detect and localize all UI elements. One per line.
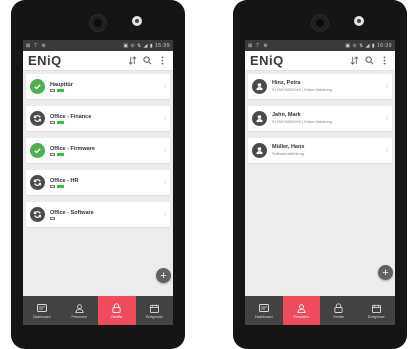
status-right: ▣ ⊙ ⇅ ◢ ▮ 15:39 — [123, 42, 170, 49]
device-name: Office - Software — [50, 209, 94, 216]
person-icon — [252, 79, 267, 94]
device-name: Haupttür — [50, 81, 73, 88]
person-details: 0145076530040 | Keine Abteilung — [272, 87, 332, 92]
app-bar: ENiQ — [23, 51, 173, 71]
list-item[interactable]: Haupttür › — [26, 74, 170, 99]
door-icon — [50, 184, 55, 188]
nav-dashboard[interactable]: Dashboard — [23, 296, 61, 325]
list-item[interactable]: Jahn, Mark 0145076504000 | Keine Abteilu… — [248, 106, 392, 131]
chevron-right-icon: › — [386, 115, 388, 122]
person-icon — [252, 111, 267, 126]
nav-label: Ereignisse — [145, 314, 163, 319]
device-name: Office - HR — [50, 177, 79, 184]
battery-icon — [57, 184, 64, 188]
person-details: Softwareabteilung — [272, 151, 305, 156]
person-icon — [75, 303, 84, 314]
check-icon — [30, 143, 45, 158]
chevron-right-icon: › — [164, 83, 166, 90]
app-logo: ENiQ — [250, 53, 284, 68]
front-camera-icon — [311, 14, 329, 32]
status-bar: ⊠ ⊤ ⚙ ▣ ⊙ ⇅ ◢ ▮ 15:39 — [23, 40, 173, 51]
chevron-right-icon: › — [386, 83, 388, 90]
sync-icon — [30, 175, 45, 190]
nav-label: Ereignisse — [367, 314, 385, 319]
add-person-button[interactable]: + — [378, 265, 393, 280]
devices-screen: ⊠ ⊤ ⚙ ▣ ⊙ ⇅ ◢ ▮ 15:39 ENiQ Haupttür › Of… — [23, 40, 173, 325]
nav-label: Geräte — [111, 314, 123, 319]
door-icon — [50, 216, 55, 220]
person-icon — [297, 303, 306, 314]
check-icon — [30, 79, 45, 94]
dashboard-icon — [258, 303, 269, 314]
chevron-right-icon: › — [164, 179, 166, 186]
nav-persons[interactable]: Personen — [61, 296, 99, 325]
list-item[interactable]: Office - Firmware › — [26, 138, 170, 163]
app-bar: ENiQ — [245, 51, 395, 71]
person-list: Hinz, Petra 0145076530040 | Keine Abteil… — [245, 71, 395, 163]
phone-devices: ⊠ ⊤ ⚙ ▣ ⊙ ⇅ ◢ ▮ 15:39 ENiQ Haupttür › Of… — [11, 0, 185, 349]
phone-persons: ⊠ ⊤ ⚙ ▣ ⊙ ⇅ ◢ ▮ 16:39 ENiQ Hinz, Petra 0… — [233, 0, 407, 349]
add-device-button[interactable]: + — [156, 268, 171, 283]
dashboard-icon — [36, 303, 47, 314]
more-menu-icon[interactable] — [156, 55, 168, 67]
person-name: Hinz, Petra — [272, 80, 301, 86]
nav-label: Personen — [293, 314, 309, 319]
door-icon — [50, 120, 55, 124]
bottom-navigation: Dashboard Personen Geräte Ereignisse — [245, 296, 395, 325]
nav-persons[interactable]: Personen — [282, 296, 320, 325]
more-menu-icon[interactable] — [378, 55, 390, 67]
battery-icon — [57, 152, 64, 156]
status-right: ▣ ⊙ ⇅ ◢ ▮ 16:39 — [345, 42, 392, 49]
bottom-navigation: Dashboard Personen Geräte Ereignisse — [23, 296, 173, 325]
person-name: Müller, Hans — [272, 144, 305, 150]
sync-icon — [30, 111, 45, 126]
nav-label: Geräte — [333, 314, 345, 319]
device-name: Office - Finance — [50, 113, 92, 120]
nav-dashboard[interactable]: Dashboard — [245, 296, 283, 325]
calendar-icon — [149, 303, 159, 314]
person-name: Jahn, Mark — [272, 112, 301, 118]
nav-devices[interactable]: Geräte — [98, 296, 136, 325]
person-details: 0145076504000 | Keine Abteilung — [272, 119, 332, 124]
search-icon[interactable] — [363, 55, 375, 67]
sort-icon[interactable] — [126, 55, 138, 67]
nav-label: Dashboard — [254, 314, 273, 319]
sensor-icon — [354, 16, 364, 26]
list-item[interactable]: Office - Software › — [26, 202, 170, 227]
chevron-right-icon: › — [164, 115, 166, 122]
list-item[interactable]: Müller, Hans Softwareabteilung › — [248, 138, 392, 163]
status-bar: ⊠ ⊤ ⚙ ▣ ⊙ ⇅ ◢ ▮ 16:39 — [245, 40, 395, 51]
chevron-right-icon: › — [164, 211, 166, 218]
device-name: Office - Firmware — [50, 145, 95, 152]
nav-events[interactable]: Ereignisse — [358, 296, 396, 325]
list-item[interactable]: Office - Finance › — [26, 106, 170, 131]
lock-icon — [334, 303, 343, 314]
sort-icon[interactable] — [348, 55, 360, 67]
battery-icon — [57, 120, 64, 124]
app-logo: ENiQ — [28, 53, 62, 68]
door-icon — [50, 88, 55, 92]
nav-label: Dashboard — [32, 314, 51, 319]
status-left: ⊠ ⊤ ⚙ — [248, 42, 269, 49]
person-icon — [252, 143, 267, 158]
list-item[interactable]: Office - HR › — [26, 170, 170, 195]
lock-icon — [112, 303, 121, 314]
sync-icon — [30, 207, 45, 222]
calendar-icon — [371, 303, 381, 314]
list-item[interactable]: Hinz, Petra 0145076530040 | Keine Abteil… — [248, 74, 392, 99]
front-camera-icon — [89, 14, 107, 32]
nav-devices[interactable]: Geräte — [320, 296, 358, 325]
status-left: ⊠ ⊤ ⚙ — [26, 42, 47, 49]
nav-events[interactable]: Ereignisse — [136, 296, 174, 325]
battery-icon — [57, 88, 64, 92]
chevron-right-icon: › — [386, 147, 388, 154]
nav-label: Personen — [71, 314, 87, 319]
persons-screen: ⊠ ⊤ ⚙ ▣ ⊙ ⇅ ◢ ▮ 16:39 ENiQ Hinz, Petra 0… — [245, 40, 395, 325]
chevron-right-icon: › — [164, 147, 166, 154]
door-icon — [50, 152, 55, 156]
sensor-icon — [132, 16, 142, 26]
search-icon[interactable] — [141, 55, 153, 67]
device-list: Haupttür › Office - Finance › Office - F… — [23, 71, 173, 227]
